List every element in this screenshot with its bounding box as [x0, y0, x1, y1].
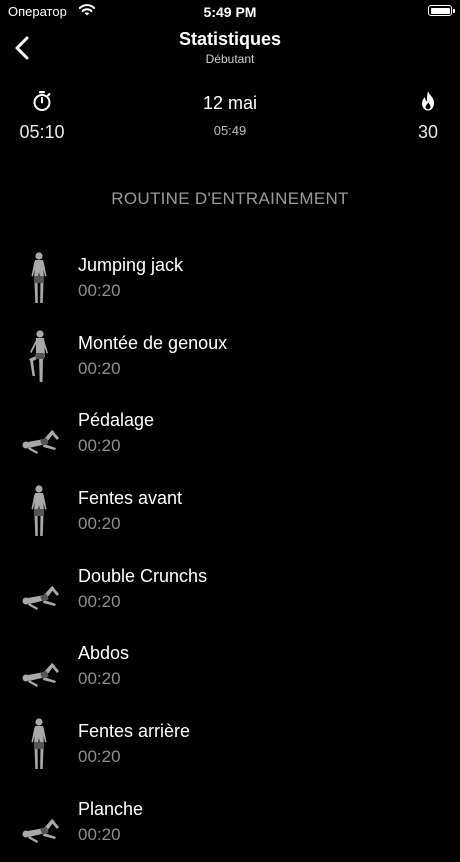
exercise-name: Double Crunchs	[78, 565, 208, 586]
calories-value: 30	[417, 122, 439, 142]
exercise-name: Pédalage	[78, 410, 155, 431]
exercise-figure-icon	[31, 485, 47, 537]
exercise-figure-icon	[22, 818, 59, 843]
page-title: Statistiques	[178, 29, 282, 49]
status-time: 5:49 PM	[203, 4, 257, 20]
exercise-list: Jumping jack 00:20 Montée de genoux 00:20 Pé…	[0, 240, 460, 862]
list-item[interactable]: Jumping jack 00:20	[0, 240, 460, 318]
exercise-name: Abdos	[78, 643, 130, 664]
list-item[interactable]: Fentes avant 00:20	[0, 473, 460, 551]
exercise-name: Jumping jack	[78, 255, 184, 275]
exercise-duration: 00:20	[78, 514, 121, 534]
exercise-duration: 00:20	[78, 358, 121, 378]
exercise-figure-icon	[31, 252, 47, 303]
list-item[interactable]: Double Crunchs 00:20	[0, 551, 460, 629]
page-subtitle: Débutant	[205, 52, 255, 66]
list-item[interactable]: Fentes arrière 00:20	[0, 706, 460, 784]
routine-heading: ROUTINE D'ENTRAINEMENT	[111, 189, 349, 208]
exercise-duration: 00:20	[78, 281, 121, 300]
exercise-name: Montée de genoux	[78, 332, 228, 353]
calories-stat: 30	[410, 90, 446, 143]
exercise-duration: 00:20	[78, 436, 121, 456]
list-item[interactable]: Pédalage 00:20	[0, 395, 460, 473]
exercise-figure-icon	[22, 663, 59, 688]
session-date: 12 mai	[202, 93, 258, 113]
list-item[interactable]: Montée de genoux 00:20	[0, 318, 460, 396]
exercise-name: Fentes arrière	[78, 721, 191, 742]
exercise-duration: 00:20	[78, 824, 121, 844]
exercise-figure-icon	[22, 430, 59, 455]
list-item[interactable]: Planche 00:20	[0, 784, 460, 862]
session-datetime: 12 mai 05:49	[0, 93, 460, 138]
exercise-duration: 00:20	[78, 669, 121, 689]
battery-icon	[428, 5, 455, 16]
status-bar: Оператор 5:49 PM	[0, 0, 460, 24]
session-time: 05:49	[213, 123, 247, 138]
exercise-figure-icon	[31, 718, 47, 770]
exercise-name: Fentes avant	[78, 488, 183, 509]
exercise-figure-icon	[29, 330, 48, 382]
exercise-duration: 00:20	[78, 591, 121, 611]
list-item[interactable]: Abdos 00:20	[0, 628, 460, 706]
flame-icon	[422, 91, 434, 111]
exercise-figure-icon	[22, 585, 59, 610]
exercise-duration: 00:20	[78, 747, 121, 767]
exercise-name: Planche	[78, 798, 144, 819]
